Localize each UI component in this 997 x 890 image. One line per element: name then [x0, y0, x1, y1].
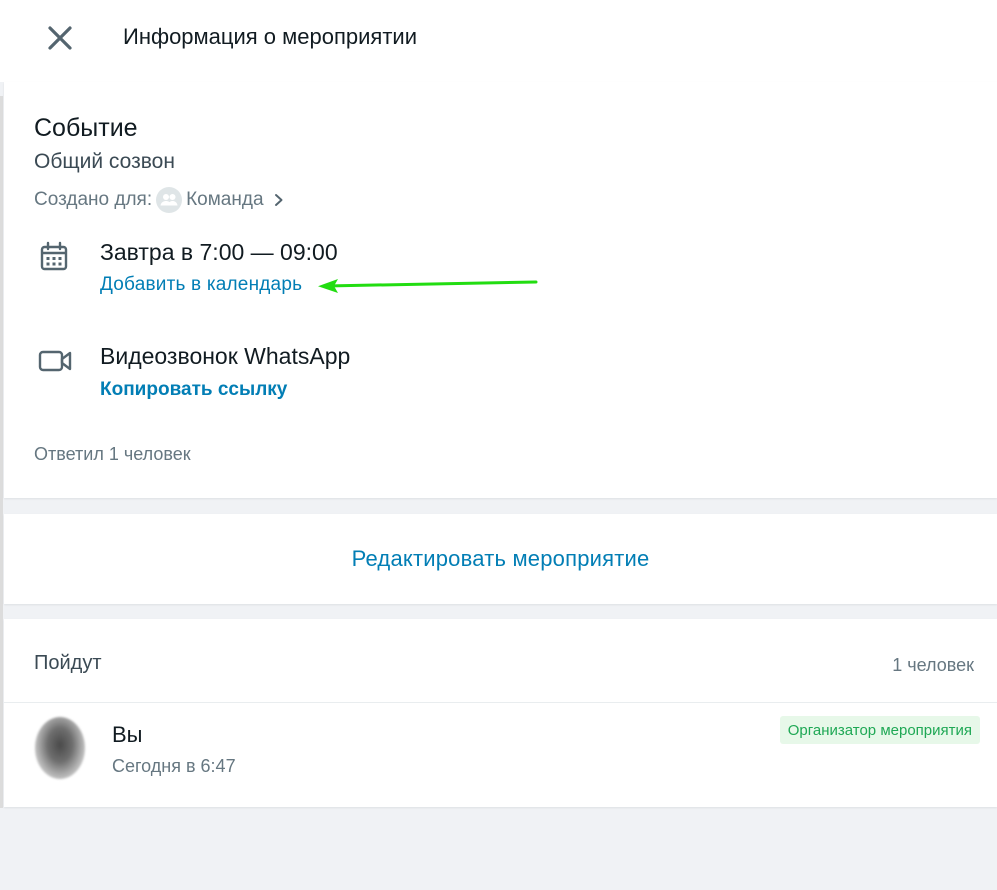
left-divider	[0, 96, 3, 808]
event-info-card: Событие Общий созвон Создано для: Команд…	[4, 82, 997, 498]
calendar-icon	[40, 241, 68, 271]
group-icon	[156, 187, 183, 213]
created-for-label: Создано для:	[34, 189, 153, 210]
edit-event-button[interactable]: Редактировать мероприятие	[4, 514, 997, 604]
going-count: 1 человек	[892, 655, 974, 675]
add-to-calendar-link[interactable]: Добавить в календарь	[100, 274, 302, 296]
responded-count: Ответил 1 человек	[34, 444, 191, 464]
annotation-arrow-icon	[318, 279, 538, 293]
close-icon	[48, 26, 72, 50]
avatar[interactable]	[35, 717, 85, 779]
going-title: Пойдут	[34, 652, 102, 674]
event-name: Общий созвон	[34, 150, 175, 173]
member-name: Вы	[112, 722, 143, 747]
event-time: Завтра в 7:00 — 09:00	[100, 239, 338, 265]
going-card: Пойдут 1 человек Вы Сегодня в 6:47 Орган…	[4, 619, 997, 807]
divider	[4, 702, 997, 703]
group-name: Команда	[186, 189, 264, 210]
close-button[interactable]	[44, 22, 76, 54]
copy-link-button[interactable]: Копировать ссылку	[100, 379, 287, 401]
page-title: Информация о мероприятии	[123, 24, 417, 49]
header-bar: Информация о мероприятии	[0, 0, 997, 82]
chevron-right-icon	[274, 194, 283, 206]
created-for-row[interactable]: Создано для: Команда	[34, 186, 286, 214]
edit-card: Редактировать мероприятие	[4, 514, 997, 604]
call-type: Видеозвонок WhatsApp	[100, 343, 351, 369]
member-time: Сегодня в 6:47	[112, 756, 236, 776]
event-type-label: Событие	[34, 114, 138, 142]
video-camera-icon	[38, 350, 72, 372]
organizer-badge: Организатор мероприятия	[779, 716, 980, 744]
